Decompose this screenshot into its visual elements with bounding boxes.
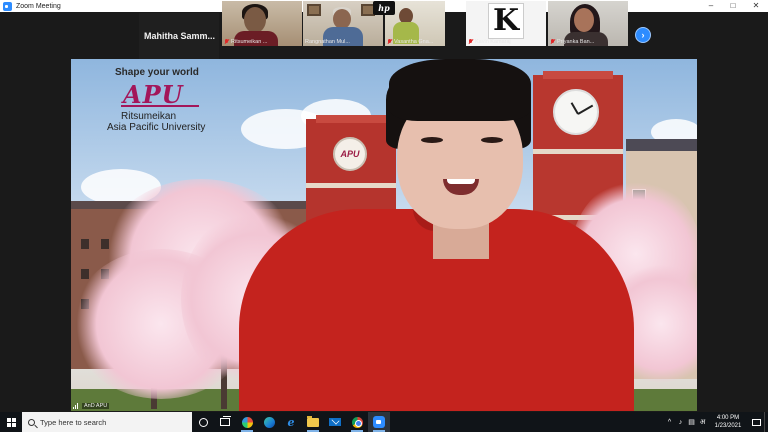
maximize-button[interactable]: □ (722, 0, 744, 12)
search-placeholder: Type here to search (40, 417, 107, 427)
cortana-icon (198, 417, 208, 427)
apu-logo: APU (120, 80, 205, 109)
participant-tile[interactable]: Ritsumeikan ... (222, 1, 302, 46)
tower-badge-text: APU (340, 149, 360, 159)
next-page-button[interactable]: › (635, 27, 651, 43)
taskbar-app-zoom[interactable] (368, 412, 390, 432)
signal-bars-icon (73, 403, 80, 409)
task-view-button[interactable] (214, 412, 236, 432)
muted-mic-icon (224, 39, 229, 45)
minimize-button[interactable]: – (700, 0, 722, 12)
participant-name: Rangnathan Mul... (305, 39, 350, 45)
university-name-line2: Asia Pacific University (107, 122, 206, 133)
edge-icon (263, 416, 275, 428)
muted-mic-icon (141, 47, 146, 53)
participant-name: Kavin Kamaraj (475, 39, 511, 45)
speaker-name: AnD APU (82, 403, 110, 409)
mail-icon (329, 418, 341, 426)
taskbar-app-colorful[interactable] (236, 412, 258, 432)
colorful-app-icon (241, 416, 253, 428)
participant-name: Ritsumeikan ... (231, 39, 268, 45)
clock-time: 4:00 PM (716, 415, 740, 421)
profile-letter: K (488, 2, 524, 39)
clock-date: 1/23/2021 (714, 423, 742, 429)
taskbar-app-internet-explorer[interactable]: e (280, 412, 302, 432)
action-center-button[interactable] (748, 412, 764, 432)
cortana-button[interactable] (192, 412, 214, 432)
chevron-right-icon: › (641, 29, 645, 40)
file-explorer-icon (307, 415, 319, 427)
participant-name-row (141, 40, 146, 58)
taskbar-app-edge[interactable] (258, 412, 280, 432)
network-icon[interactable]: ▤ (686, 412, 697, 432)
internet-explorer-icon: e (287, 415, 295, 429)
speaker-name-label: AnD APU (73, 403, 110, 409)
language-indicator[interactable]: अ (697, 412, 708, 432)
active-speaker-video[interactable]: APU Shape your world APU Ritsumeikan Asi… (71, 59, 697, 411)
participant-strip (0, 12, 768, 59)
taskbar-app-file-explorer[interactable] (302, 412, 324, 432)
zoom-meeting-screen: Zoom Meeting – □ ✕ Mahitha Samm... Ritsu… (0, 0, 768, 432)
participant-tile[interactable]: Rangnathan Mul... (303, 1, 383, 46)
window-title: Zoom Meeting (16, 2, 61, 10)
taskbar-clock[interactable]: 4:00 PM 1/23/2021 (708, 414, 748, 430)
windows-taskbar: Type here to search e ^ ♪ ▤ अ 4:00 PM 1/… (0, 412, 768, 432)
taskbar-app-chrome[interactable] (346, 412, 368, 432)
participant-tile[interactable]: Mahitha Samm... (139, 13, 219, 59)
university-name-line1: Ritsumeikan (121, 111, 177, 122)
zoom-icon (373, 416, 385, 428)
zoom-app-icon (3, 1, 12, 11)
notification-icon (751, 418, 761, 426)
show-desktop-button[interactable] (764, 412, 768, 432)
search-icon (28, 418, 35, 426)
task-view-icon (220, 416, 231, 426)
participant-name-row: Vasantha Gna... (387, 39, 433, 45)
chrome-icon (351, 416, 363, 428)
participant-tile[interactable]: K Kavin Kamaraj (466, 1, 546, 46)
muted-mic-icon (387, 39, 392, 45)
participant-display-name: Mahitha Samm... (144, 31, 216, 41)
start-button[interactable] (0, 412, 22, 432)
speaker-icon[interactable]: ♪ (675, 412, 686, 432)
participant-tile[interactable]: Priyanka Ban... (548, 1, 628, 46)
participant-name-row: Rangnathan Mul... (305, 39, 350, 45)
tagline: Shape your world (115, 67, 199, 78)
taskbar-app-mail[interactable] (324, 412, 346, 432)
hp-logo: hp (373, 1, 395, 15)
participant-name: Vasantha Gna... (394, 39, 434, 45)
taskbar-search-box[interactable]: Type here to search (22, 412, 192, 432)
tray-overflow-chevron[interactable]: ^ (664, 412, 675, 432)
muted-mic-icon (550, 39, 555, 45)
participant-name-row: Kavin Kamaraj (468, 39, 511, 45)
apu-branding: Shape your world APU Ritsumeikan Asia Pa… (107, 67, 205, 133)
close-button[interactable]: ✕ (745, 0, 767, 12)
muted-mic-icon (468, 39, 473, 45)
clock-icon (553, 89, 599, 135)
participant-name-row: Ritsumeikan ... (224, 39, 267, 45)
participant-name-row: Priyanka Ban... (550, 39, 594, 45)
system-tray: ^ ♪ ▤ अ 4:00 PM 1/23/2021 (664, 412, 768, 432)
windows-logo-icon (6, 417, 16, 427)
participant-name: Priyanka Ban... (557, 39, 595, 45)
